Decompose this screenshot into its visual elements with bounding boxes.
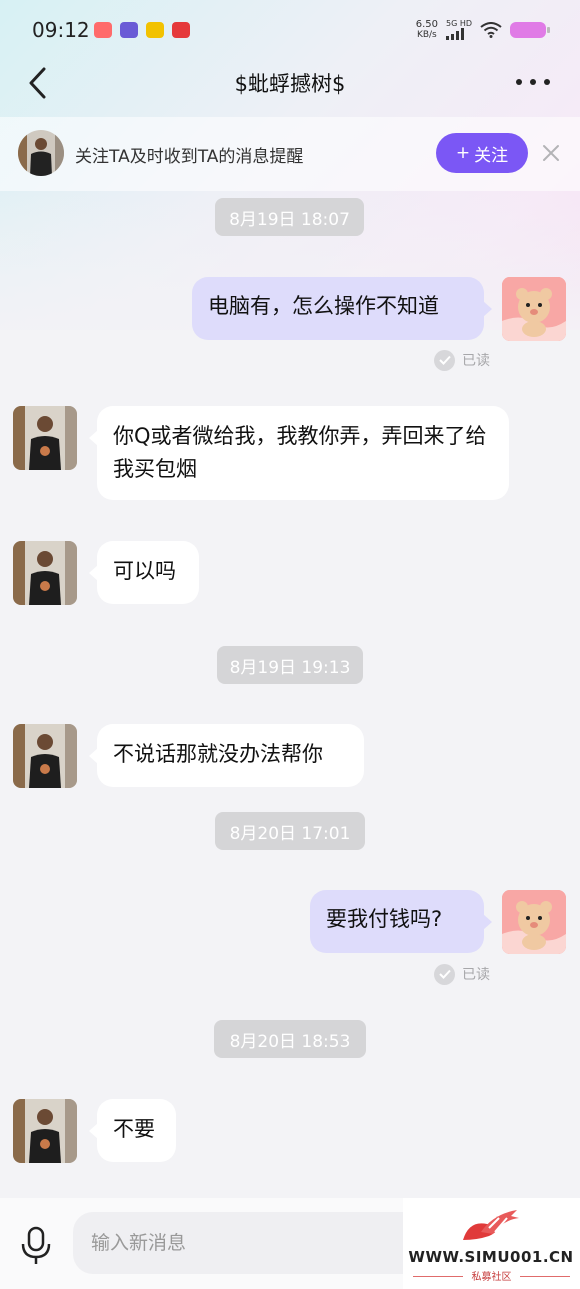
my-avatar[interactable] (502, 277, 566, 341)
follow-button-label: 关注 (474, 145, 509, 166)
check-icon (434, 349, 455, 371)
timestamp: 8月20日 17:01 (215, 812, 365, 850)
contact-avatar[interactable] (13, 1099, 77, 1163)
chat-title: $蚍蜉撼树$ (234, 72, 346, 96)
incoming-message-bubble[interactable]: 可以吗 (89, 541, 199, 604)
network-type: 5G HD (445, 19, 472, 28)
chat-header: $蚍蜉撼树$ (0, 56, 580, 110)
message-text: 不要 (113, 1117, 155, 1141)
status-notification-icons (94, 22, 190, 38)
status-time: 09:12 (32, 18, 90, 42)
app-notification-icon (146, 22, 164, 38)
wifi-icon (480, 21, 502, 38)
close-icon (543, 145, 559, 161)
app-notification-icon (172, 22, 190, 38)
network-speed-value: 6.50 (415, 18, 438, 30)
voice-button[interactable] (18, 1226, 54, 1266)
read-status-text: 已读 (462, 967, 490, 983)
site-watermark: WWW.SIMU001.CN 私募社区 (403, 1198, 580, 1289)
more-options-button[interactable] (516, 70, 550, 94)
read-receipt: 已读 (434, 963, 490, 985)
timestamp: 8月20日 18:53 (214, 1020, 366, 1058)
app-notification-icon (94, 22, 112, 38)
message-text: 要我付钱吗? (326, 907, 443, 931)
message-text: 电脑有，怎么操作不知道 (208, 294, 439, 318)
incoming-message-bubble[interactable]: 不要 (89, 1099, 176, 1162)
message-text: 可以吗 (113, 559, 176, 583)
battery-icon (510, 21, 550, 38)
microphone-icon (21, 1226, 51, 1264)
incoming-message-bubble[interactable]: 不说话那就没办法帮你 (89, 724, 364, 787)
read-receipt: 已读 (434, 349, 490, 371)
status-indicators: 6.50 KB/s 5G HD (415, 18, 550, 40)
check-icon (434, 963, 455, 985)
watermark-logo-icon (463, 1210, 519, 1240)
my-avatar[interactable] (502, 890, 566, 954)
message-text: 不说话那就没办法帮你 (113, 742, 323, 766)
follow-hint-text: 关注TA及时收到TA的消息提醒 (75, 147, 304, 167)
watermark-url: WWW.SIMU001.CN (408, 1248, 574, 1266)
contact-avatar[interactable] (13, 541, 77, 605)
timestamp: 8月19日 19:13 (217, 646, 363, 684)
timestamp: 8月19日 18:07 (215, 198, 364, 236)
signal-group: 5G HD (445, 19, 472, 40)
network-speed-unit: KB/s (416, 29, 437, 40)
follow-banner: 关注TA及时收到TA的消息提醒 + 关注 (0, 117, 580, 191)
close-banner-button[interactable] (542, 144, 560, 162)
network-speed: 6.50 KB/s (415, 18, 438, 40)
outgoing-message-bubble[interactable]: 要我付钱吗? (310, 890, 492, 953)
incoming-message-bubble[interactable]: 你Q或者微给我，我教你弄，弄回来了给我买包烟 (89, 406, 509, 500)
status-bar: 09:12 6.50 KB/s 5G HD (0, 0, 580, 60)
contact-avatar[interactable] (18, 130, 64, 176)
read-status-text: 已读 (462, 353, 490, 369)
outgoing-message-bubble[interactable]: 电脑有，怎么操作不知道 (192, 277, 492, 340)
input-bar: WWW.SIMU001.CN 私募社区 (0, 1198, 580, 1289)
more-dots-icon (516, 79, 522, 85)
plus-icon: + (455, 143, 471, 163)
watermark-subtitle: 私募社区 (471, 1272, 512, 1283)
contact-avatar[interactable] (13, 406, 77, 470)
follow-button[interactable]: + 关注 (436, 133, 528, 173)
contact-avatar[interactable] (13, 724, 77, 788)
app-notification-icon (120, 22, 138, 38)
message-text: 你Q或者微给我，我教你弄，弄回来了给我买包烟 (113, 424, 487, 481)
signal-icon (445, 28, 464, 40)
